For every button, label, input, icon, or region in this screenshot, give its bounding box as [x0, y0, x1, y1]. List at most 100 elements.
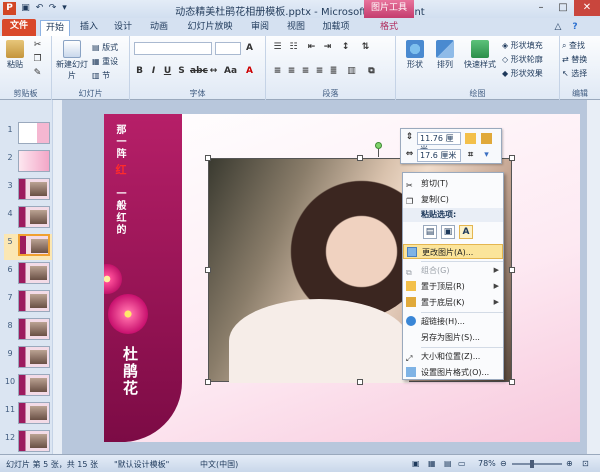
- thumbnail-12[interactable]: 12: [4, 430, 58, 456]
- slideshow-view-icon[interactable]: ▭: [458, 459, 466, 468]
- font-color-icon[interactable]: A: [244, 66, 255, 77]
- italic-icon[interactable]: I: [148, 66, 159, 77]
- resize-handle[interactable]: [509, 379, 515, 385]
- bold-icon[interactable]: B: [134, 66, 145, 77]
- thumbnail-4[interactable]: 4: [4, 206, 58, 232]
- quick-styles-button[interactable]: 快速样式: [460, 40, 500, 70]
- columns-icon[interactable]: ▥: [346, 66, 357, 77]
- thumbnail-5[interactable]: 5: [4, 234, 58, 260]
- paste-picture-icon[interactable]: ▣: [441, 225, 455, 239]
- maximize-icon[interactable]: □: [552, 0, 574, 16]
- theme-name[interactable]: "默认设计模板": [114, 459, 169, 470]
- minimize-icon[interactable]: –: [530, 0, 552, 16]
- cut-icon[interactable]: ✂: [32, 40, 43, 51]
- grow-font-icon[interactable]: A: [244, 43, 255, 54]
- send-backward-icon[interactable]: [481, 133, 492, 144]
- thumbnail-11[interactable]: 11: [4, 402, 58, 428]
- change-case-icon[interactable]: Aa: [224, 66, 237, 77]
- section-button[interactable]: ▥ 节: [92, 70, 110, 81]
- tab-review[interactable]: 审阅: [244, 20, 276, 36]
- find-button[interactable]: ⌕ 查找: [562, 40, 585, 51]
- sorter-view-icon[interactable]: ▦: [428, 459, 436, 468]
- reading-view-icon[interactable]: ▤: [444, 459, 452, 468]
- resize-handle[interactable]: [205, 379, 211, 385]
- new-slide-button[interactable]: 新建幻灯片: [56, 40, 88, 81]
- height-input[interactable]: 11.76 厘米: [417, 132, 461, 154]
- minimize-ribbon-icon[interactable]: △: [552, 20, 564, 36]
- language-indicator[interactable]: 中文(中国): [200, 459, 238, 470]
- bring-forward-icon[interactable]: [465, 133, 476, 144]
- line-spacing-icon[interactable]: ↕: [340, 42, 351, 53]
- paste-keep-formatting-icon[interactable]: ▤: [423, 225, 437, 239]
- thumbnail-9[interactable]: 9: [4, 346, 58, 372]
- underline-icon[interactable]: U: [162, 66, 173, 77]
- help-icon[interactable]: ?: [568, 20, 582, 36]
- menu-format-picture[interactable]: 设置图片格式(O)...: [403, 365, 503, 380]
- distributed-icon[interactable]: ≣: [328, 66, 339, 77]
- tab-design[interactable]: 设计: [108, 20, 138, 36]
- paste-text-only-icon[interactable]: A: [459, 225, 473, 239]
- numbering-icon[interactable]: ☷: [288, 42, 299, 53]
- char-spacing-icon[interactable]: ↔: [208, 66, 219, 77]
- thumbnail-3[interactable]: 3: [4, 178, 58, 204]
- fit-slide-icon[interactable]: ⊡: [582, 459, 589, 468]
- bullets-icon[interactable]: ☰: [272, 42, 283, 53]
- close-icon[interactable]: ✕: [574, 0, 600, 16]
- shape-outline-button[interactable]: ◇ 形状轮廓: [502, 54, 543, 65]
- increase-indent-icon[interactable]: ⇥: [322, 42, 333, 53]
- align-left-icon[interactable]: ≡: [272, 66, 283, 77]
- tab-addins[interactable]: 加载项: [316, 20, 356, 36]
- thumbnail-2[interactable]: 2: [4, 150, 58, 176]
- decrease-indent-icon[interactable]: ⇤: [306, 42, 317, 53]
- shapes-button[interactable]: 形状: [402, 40, 428, 70]
- menu-group[interactable]: ⧉ 组合(G) ▶: [403, 263, 503, 278]
- justify-icon[interactable]: ≡: [314, 66, 325, 77]
- format-painter-icon[interactable]: ✎: [32, 68, 43, 79]
- zoom-in-icon[interactable]: ⊕: [566, 459, 573, 468]
- replace-button[interactable]: ⇄ 替换: [562, 54, 587, 65]
- resize-handle[interactable]: [357, 155, 363, 161]
- width-input[interactable]: 17.6 厘米: [417, 149, 461, 162]
- reset-button[interactable]: ▦ 重设: [92, 56, 118, 67]
- resize-handle[interactable]: [509, 155, 515, 161]
- copy-icon[interactable]: ❐: [32, 54, 43, 65]
- menu-size-position[interactable]: ⤢ 大小和位置(Z)...: [403, 349, 503, 364]
- font-size-combo[interactable]: [215, 42, 241, 55]
- resize-handle[interactable]: [205, 267, 211, 273]
- smartart-icon[interactable]: ⧉: [366, 66, 377, 77]
- menu-save-as-picture[interactable]: 另存为图片(S)...: [403, 330, 503, 345]
- zoom-out-icon[interactable]: ⊖: [500, 459, 507, 468]
- shape-effects-button[interactable]: ◆ 形状效果: [502, 68, 543, 79]
- zoom-level[interactable]: 78%: [478, 459, 496, 468]
- layout-button[interactable]: ▤ 版式: [92, 42, 118, 53]
- normal-view-icon[interactable]: ▣: [412, 459, 420, 468]
- thumbnail-8[interactable]: 8: [4, 318, 58, 344]
- tab-insert[interactable]: 插入: [74, 20, 104, 36]
- resize-handle[interactable]: [205, 155, 211, 161]
- tab-home[interactable]: 开始: [40, 20, 70, 36]
- arrange-button[interactable]: 排列: [432, 40, 458, 70]
- menu-send-to-back[interactable]: 置于底层(K) ▶: [403, 295, 503, 310]
- picture-outline-icon[interactable]: ▾: [481, 150, 492, 161]
- paste-button[interactable]: 粘贴: [4, 40, 26, 70]
- resize-handle[interactable]: [357, 379, 363, 385]
- thumbnail-6[interactable]: 6: [4, 262, 58, 288]
- shape-fill-button[interactable]: ◈ 形状填充: [502, 40, 543, 51]
- menu-hyperlink[interactable]: 超链接(H)...: [403, 314, 503, 329]
- rotate-handle[interactable]: [375, 142, 382, 149]
- tab-slideshow[interactable]: 幻灯片放映: [180, 20, 240, 36]
- thumbnail-1[interactable]: 1: [4, 122, 58, 148]
- tab-format[interactable]: 格式: [368, 20, 410, 36]
- crop-icon[interactable]: ⌗: [465, 150, 476, 161]
- resize-handle[interactable]: [509, 267, 515, 273]
- vertical-scrollbar[interactable]: [586, 100, 600, 454]
- menu-copy[interactable]: ❐ 复制(C): [403, 192, 503, 207]
- menu-bring-to-front[interactable]: 置于顶层(R) ▶: [403, 279, 503, 294]
- align-center-icon[interactable]: ≡: [286, 66, 297, 77]
- tab-view[interactable]: 视图: [280, 20, 312, 36]
- strikethrough-icon[interactable]: abc: [190, 66, 208, 77]
- tab-file[interactable]: 文件: [2, 19, 36, 36]
- thumbnail-10[interactable]: 10: [4, 374, 58, 400]
- select-button[interactable]: ↖ 选择: [562, 68, 587, 79]
- text-direction-icon[interactable]: ⇅: [360, 42, 371, 53]
